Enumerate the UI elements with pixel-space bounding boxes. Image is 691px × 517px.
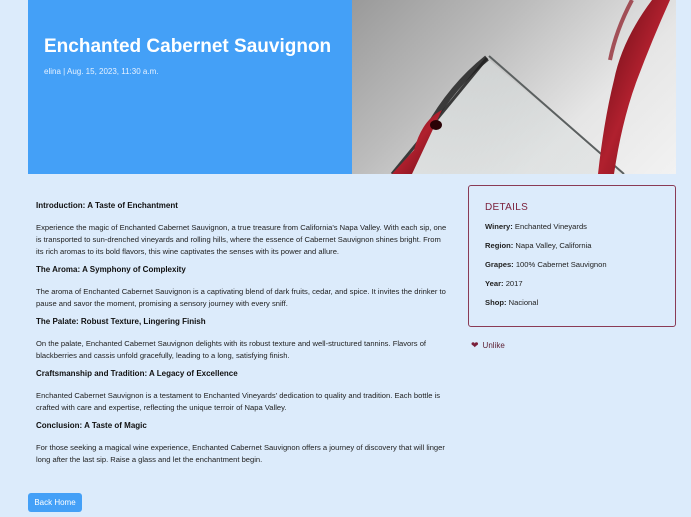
- unlike-button[interactable]: ❤ Unlike: [471, 340, 505, 351]
- detail-label: Winery:: [485, 222, 513, 231]
- section-heading: Conclusion: A Taste of Magic: [36, 421, 147, 430]
- detail-label: Region:: [485, 241, 514, 250]
- article-body: Introduction: A Taste of Enchantment Exp…: [36, 200, 448, 472]
- detail-label: Year:: [485, 279, 504, 288]
- section-heading: The Palate: Robust Texture, Lingering Fi…: [36, 317, 206, 326]
- section-paragraph: The aroma of Enchanted Cabernet Sauvigno…: [36, 287, 446, 308]
- detail-label: Shop:: [485, 298, 507, 307]
- unlike-label: Unlike: [482, 341, 505, 350]
- detail-grapes: Grapes: 100% Cabernet Sauvignon: [485, 260, 659, 270]
- section-paragraph: Experience the magic of Enchanted Cabern…: [36, 223, 447, 256]
- detail-year: Year: 2017: [485, 279, 659, 289]
- detail-value: Napa Valley, California: [515, 241, 592, 250]
- detail-region: Region: Napa Valley, California: [485, 241, 659, 251]
- details-card: DETAILS Winery: Enchanted Vineyards Regi…: [468, 185, 676, 327]
- section-paragraph: On the palate, Enchanted Cabernet Sauvig…: [36, 339, 427, 360]
- back-home-button[interactable]: Back Home: [28, 493, 82, 512]
- section-paragraph: Enchanted Cabernet Sauvignon is a testam…: [36, 391, 441, 412]
- details-title: DETAILS: [485, 202, 529, 213]
- section-heading: The Aroma: A Symphony of Complexity: [36, 265, 186, 274]
- detail-label: Grapes:: [485, 260, 514, 269]
- section-heading: Introduction: A Taste of Enchantment: [36, 201, 178, 210]
- detail-shop: Shop: Nacional: [485, 298, 659, 308]
- hero-banner: Enchanted Cabernet Sauvignon elina | Aug…: [28, 0, 676, 174]
- post-meta: elina | Aug. 15, 2023, 11:30 a.m.: [44, 67, 159, 76]
- detail-value: Enchanted Vineyards: [514, 222, 587, 231]
- section-paragraph: For those seeking a magical wine experie…: [36, 443, 445, 464]
- wine-glass-image: [352, 0, 676, 174]
- detail-winery: Winery: Enchanted Vineyards: [485, 222, 659, 232]
- wine-pour-illustration: [390, 0, 670, 174]
- detail-value: 2017: [505, 279, 523, 288]
- page-title: Enchanted Cabernet Sauvignon: [44, 36, 332, 57]
- heart-icon: ❤: [471, 340, 479, 350]
- detail-value: Nacional: [508, 298, 539, 307]
- section-heading: Craftsmanship and Tradition: A Legacy of…: [36, 369, 238, 378]
- hero-title-panel: Enchanted Cabernet Sauvignon elina | Aug…: [28, 0, 352, 174]
- detail-value: 100% Cabernet Sauvignon: [515, 260, 607, 269]
